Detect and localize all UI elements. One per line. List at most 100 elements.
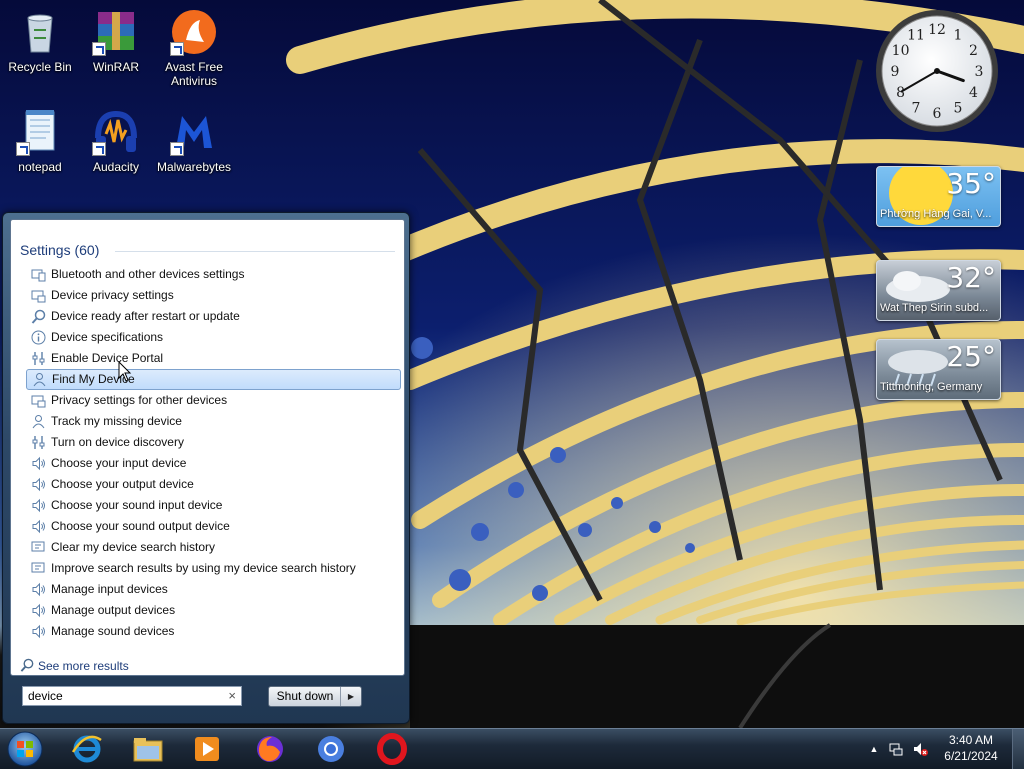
desktop-icon-recycle-bin[interactable]: Recycle Bin xyxy=(0,8,80,74)
weather-temperature: 32° xyxy=(946,261,996,294)
result-item[interactable]: Manage input devices xyxy=(26,579,401,600)
notepad-icon xyxy=(16,108,64,156)
start-button[interactable] xyxy=(4,730,46,768)
clock-numeral: 10 xyxy=(892,43,910,59)
result-item[interactable]: Choose your input device xyxy=(26,453,401,474)
shutdown-button[interactable]: Shut down xyxy=(269,687,341,706)
clear-search-icon[interactable]: × xyxy=(228,687,236,705)
clock-gadget[interactable]: 1234567891011 12 xyxy=(874,8,1000,134)
see-more-results-link[interactable]: See more results xyxy=(20,658,129,674)
audacity-icon xyxy=(92,108,140,156)
weather-gadget[interactable]: 35° Phường Hàng Gai, V... xyxy=(876,166,1001,227)
clock-numeral: 4 xyxy=(969,85,978,101)
result-item[interactable]: Manage output devices xyxy=(26,600,401,621)
devices-icon xyxy=(31,269,46,282)
developer-icon xyxy=(32,352,45,365)
result-item[interactable]: Track my missing device xyxy=(26,411,401,432)
result-item[interactable]: Find My Device xyxy=(26,369,401,390)
search-icon xyxy=(20,658,34,672)
result-item[interactable]: Privacy settings for other devices xyxy=(26,390,401,411)
result-item[interactable]: Turn on device discovery xyxy=(26,432,401,453)
volume-muted-icon[interactable] xyxy=(912,741,928,757)
weather-gadget[interactable]: 25° Tittmoning, Germany xyxy=(876,339,1001,400)
result-item[interactable]: Device privacy settings xyxy=(26,285,401,306)
result-item-label: Choose your sound output device xyxy=(51,519,230,533)
taskbar-clock-time[interactable]: 3:40 AM xyxy=(936,733,1006,747)
info-icon xyxy=(31,330,46,345)
person-icon xyxy=(33,373,46,387)
desktop-icon-avast[interactable]: Avast Free Antivirus xyxy=(154,8,234,88)
media-player-icon[interactable] xyxy=(190,732,224,766)
desktop-icon-notepad[interactable]: notepad xyxy=(0,108,80,174)
opera-icon[interactable] xyxy=(375,732,409,766)
shortcut-arrow-icon xyxy=(170,142,184,156)
clock-numeral: 7 xyxy=(912,100,921,116)
result-item[interactable]: Bluetooth and other devices settings xyxy=(26,264,401,285)
results-group-header[interactable]: Settings (60) xyxy=(20,242,99,258)
file-explorer-icon[interactable] xyxy=(131,732,165,766)
result-item-label: Choose your output device xyxy=(51,477,194,491)
show-desktop-button[interactable] xyxy=(1012,729,1024,769)
internet-explorer-icon[interactable] xyxy=(70,732,104,766)
desktop-icon-label: notepad xyxy=(18,160,62,174)
weather-temperature: 35° xyxy=(946,167,996,200)
shutdown-options-arrow-icon[interactable]: ▶ xyxy=(340,687,361,706)
result-item[interactable]: Clear my device search history xyxy=(26,537,401,558)
chrome-icon[interactable] xyxy=(314,732,348,766)
result-item-label: Manage input devices xyxy=(51,582,168,596)
result-item[interactable]: Choose your sound output device xyxy=(26,516,401,537)
desktop-icon-label: WinRAR xyxy=(92,60,139,74)
result-item[interactable]: Device specifications xyxy=(26,327,401,348)
result-item[interactable]: Manage sound devices xyxy=(26,621,401,642)
result-item[interactable]: Improve search results by using my devic… xyxy=(26,558,401,579)
privacy-icon xyxy=(31,290,46,303)
show-hidden-icons-arrow-icon[interactable]: ▲ xyxy=(866,741,882,757)
malwarebytes-icon xyxy=(170,108,218,156)
shortcut-arrow-icon xyxy=(92,142,106,156)
result-item-label: Device privacy settings xyxy=(51,288,174,302)
history-icon xyxy=(31,541,45,552)
result-item-label: Manage output devices xyxy=(51,603,176,617)
result-item[interactable]: Choose your output device xyxy=(26,474,401,495)
clock-numeral: 1 xyxy=(954,28,963,44)
result-item-label: Choose your sound input device xyxy=(51,498,223,512)
mouse-cursor-icon xyxy=(118,361,132,382)
speaker-icon xyxy=(32,603,45,618)
result-item[interactable]: Enable Device Portal xyxy=(26,348,401,369)
result-item[interactable]: Choose your sound input device xyxy=(26,495,401,516)
result-item-label: Device specifications xyxy=(51,330,164,344)
weather-location: Phường Hàng Gai, V... xyxy=(880,208,992,220)
developer-icon xyxy=(32,436,45,449)
desktop-icon-malwarebytes[interactable]: Malwarebytes xyxy=(154,108,234,174)
result-item-label: Track my missing device xyxy=(51,414,182,428)
search-results-pane: Settings (60) Bluetooth and other device… xyxy=(10,219,405,676)
clock-numeral: 6 xyxy=(933,106,942,122)
weather-gadget[interactable]: 32° Wat Thep Sirin subd... xyxy=(876,260,1001,321)
result-item[interactable]: Device ready after restart or update xyxy=(26,306,401,327)
desktop-icon-winrar[interactable]: WinRAR xyxy=(76,8,156,74)
shortcut-arrow-icon xyxy=(170,42,184,56)
speaker-icon xyxy=(32,498,45,513)
speaker-icon xyxy=(32,519,45,534)
search-input[interactable]: device × xyxy=(22,686,242,706)
see-more-label: See more results xyxy=(38,659,129,673)
search-input-value: device xyxy=(28,689,63,703)
taskbar: ▲ 3:40 AM 6/21/2024 xyxy=(0,728,1024,769)
result-item-label: Device ready after restart or update xyxy=(51,309,240,323)
clock-numeral: 12 xyxy=(928,22,946,38)
firefox-icon[interactable] xyxy=(253,732,287,766)
result-item-label: Turn on device discovery xyxy=(51,435,184,449)
network-icon[interactable] xyxy=(888,741,904,757)
speaker-icon xyxy=(32,582,45,597)
result-item-label: Bluetooth and other devices settings xyxy=(51,267,245,281)
result-item-label: Improve search results by using my devic… xyxy=(51,561,356,575)
taskbar-clock-date[interactable]: 6/21/2024 xyxy=(936,749,1006,763)
divider xyxy=(115,251,395,252)
person-icon xyxy=(32,415,45,429)
result-item-label: Choose your input device xyxy=(51,456,187,470)
speaker-icon xyxy=(32,456,45,471)
result-item-label: Enable Device Portal xyxy=(51,351,164,365)
clock-numeral: 3 xyxy=(975,64,984,80)
desktop-icon-audacity[interactable]: Audacity xyxy=(76,108,156,174)
winrar-icon xyxy=(92,8,140,56)
